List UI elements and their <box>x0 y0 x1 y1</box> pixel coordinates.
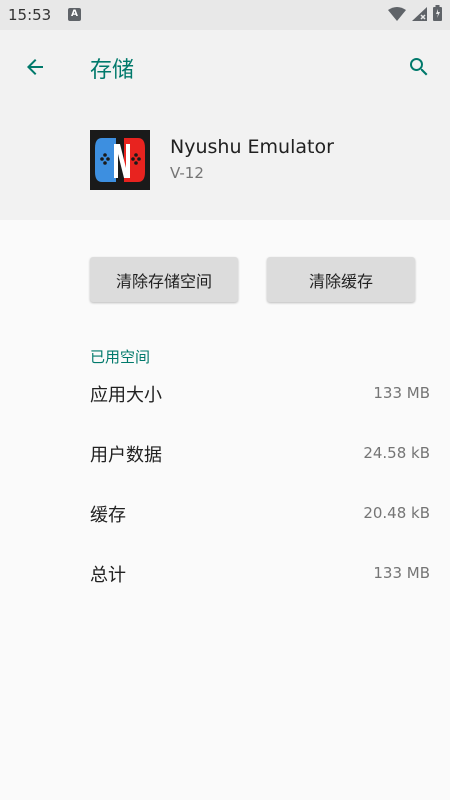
app-version: V-12 <box>170 164 204 182</box>
row-label: 总计 <box>90 565 126 586</box>
row-label: 缓存 <box>90 505 126 526</box>
row-value: 133 MB <box>373 384 430 402</box>
wifi-icon <box>388 6 406 25</box>
notification-icon: A <box>68 8 81 21</box>
row-label: 用户数据 <box>90 445 162 466</box>
row-value: 20.48 kB <box>363 504 430 522</box>
clear-cache-button[interactable]: 清除缓存 <box>267 257 415 302</box>
storage-row-user-data: 用户数据 24.58 kB <box>90 437 430 467</box>
storage-row-cache: 缓存 20.48 kB <box>90 497 430 527</box>
row-value: 133 MB <box>373 564 430 582</box>
app-icon <box>90 130 150 190</box>
status-bar: 15:53 A <box>0 0 450 30</box>
status-icons <box>388 5 442 25</box>
app-header: 存储 Nyushu Emulator V-12 <box>0 30 450 220</box>
row-label: 应用大小 <box>90 385 162 406</box>
battery-icon <box>433 5 442 25</box>
row-value: 24.58 kB <box>363 444 430 462</box>
search-button[interactable] <box>400 50 438 88</box>
signal-icon <box>412 6 427 25</box>
arrow-back-icon <box>23 55 47 83</box>
clear-storage-button[interactable]: 清除存储空间 <box>90 257 238 302</box>
app-name: Nyushu Emulator <box>170 136 334 158</box>
storage-section-title: 已用空间 <box>90 348 151 366</box>
search-icon <box>407 55 431 83</box>
storage-row-app-size: 应用大小 133 MB <box>90 377 430 407</box>
status-time: 15:53 <box>8 6 52 24</box>
storage-row-total: 总计 133 MB <box>90 557 430 587</box>
page-title: 存储 <box>90 58 135 83</box>
back-button[interactable] <box>16 50 54 88</box>
